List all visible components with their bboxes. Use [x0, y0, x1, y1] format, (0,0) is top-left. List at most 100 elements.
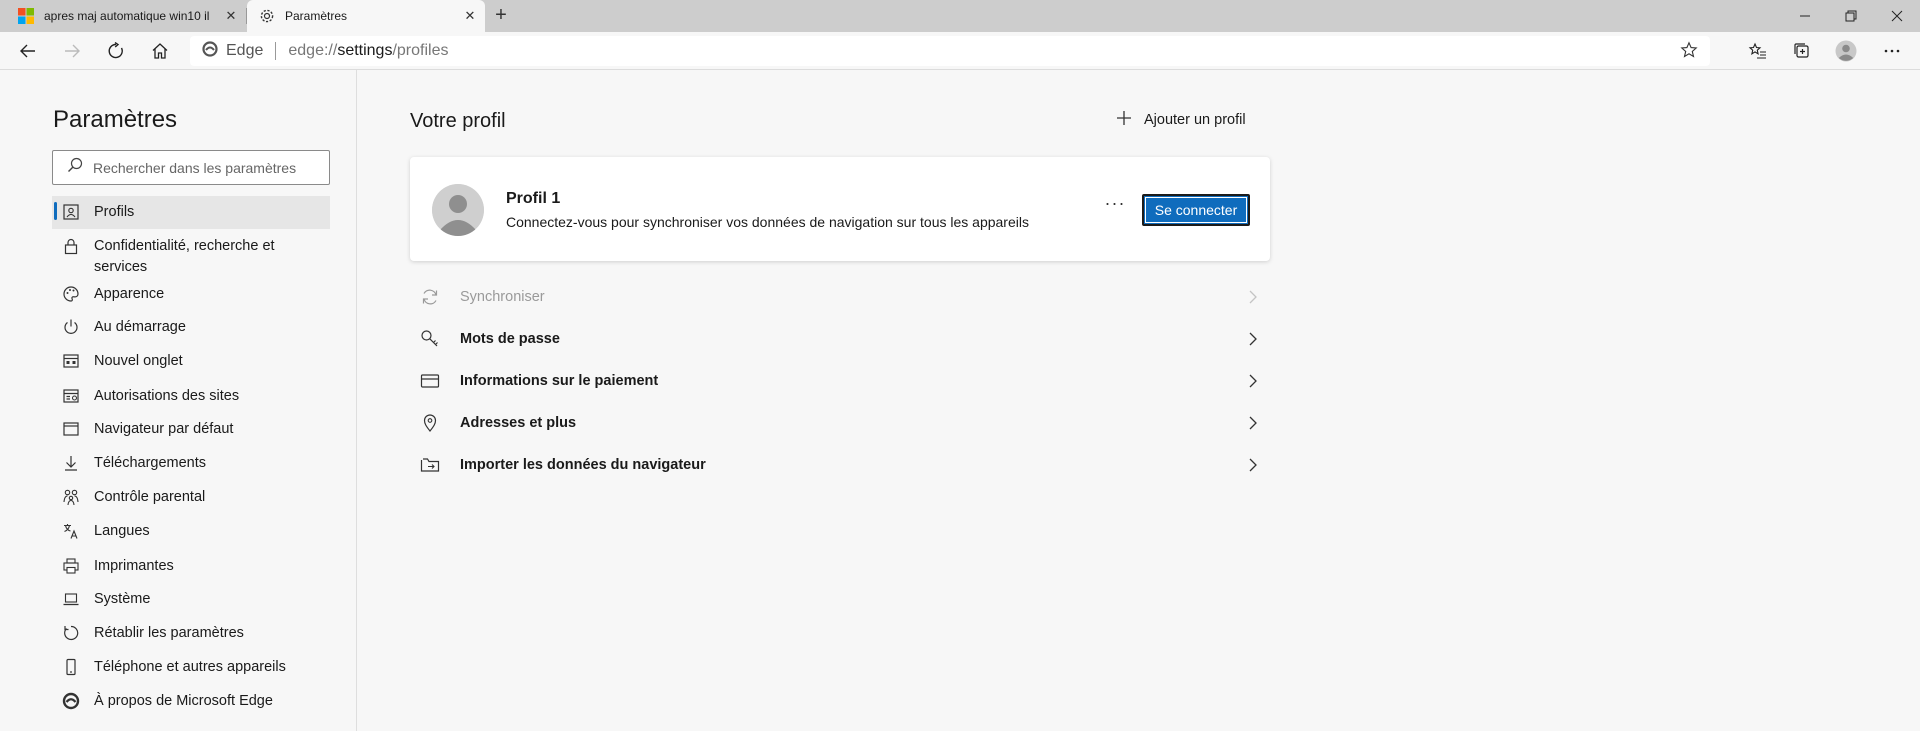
- sidebar-item-a-propos[interactable]: À propos de Microsoft Edge: [52, 685, 330, 719]
- row-label: Importer les données du navigateur: [460, 457, 706, 473]
- profile-more-button[interactable]: ···: [1100, 194, 1130, 219]
- chevron-right-icon: [1248, 331, 1258, 351]
- omnibox-divider: [275, 42, 277, 60]
- search-input[interactable]: [93, 159, 313, 176]
- site-identity[interactable]: Edge: [202, 40, 264, 62]
- gear-icon: [259, 8, 275, 24]
- sidebar-item-retablir[interactable]: Rétablir les paramètres: [52, 617, 330, 651]
- settings-search[interactable]: [52, 150, 330, 185]
- import-folder-icon: [420, 455, 440, 475]
- sidebar-item-label: Imprimantes: [94, 558, 174, 574]
- sidebar-item-label: Confidentialité, recherche et services: [94, 238, 275, 275]
- sidebar-item-imprimantes[interactable]: Imprimantes: [52, 549, 330, 583]
- sidebar-item-label: Système: [94, 591, 151, 607]
- reset-icon: [62, 624, 80, 642]
- sidebar-title: Paramètres: [53, 106, 178, 133]
- url-path: /profiles: [392, 42, 449, 59]
- url-scheme: edge://: [288, 42, 338, 59]
- favorites-icon[interactable]: [1742, 37, 1774, 65]
- sidebar-item-navigateur-defaut[interactable]: Navigateur par défaut: [52, 413, 330, 447]
- tab-title: apres maj automatique win10 il: [44, 9, 210, 23]
- chevron-right-icon: [1248, 289, 1258, 309]
- row-label: Adresses et plus: [460, 415, 577, 431]
- profile-name: Profil 1: [506, 190, 561, 207]
- row-label: Informations sur le paiement: [460, 373, 659, 389]
- close-window-icon[interactable]: [1874, 0, 1920, 32]
- profile-avatar-icon[interactable]: [1830, 37, 1862, 65]
- sidebar-item-label: Profils: [94, 204, 135, 220]
- sidebar-item-controle-parental[interactable]: Contrôle parental: [52, 481, 330, 515]
- sidebar-item-autorisations[interactable]: Autorisations des sites: [52, 379, 330, 413]
- printer-icon: [62, 557, 80, 575]
- close-tab-icon[interactable]: ✕: [216, 8, 246, 24]
- row-label: Synchroniser: [460, 289, 545, 305]
- chevron-right-icon: [1248, 457, 1258, 477]
- sidebar-item-systeme[interactable]: Système: [52, 583, 330, 617]
- credit-card-icon: [420, 371, 440, 391]
- phone-icon: [62, 658, 80, 676]
- lock-icon: [62, 237, 80, 255]
- sidebar-item-label: Rétablir les paramètres: [94, 625, 244, 641]
- site-permissions-icon: [62, 387, 80, 405]
- sidebar-item-label: Téléphone et autres appareils: [94, 659, 286, 675]
- back-arrow-icon[interactable]: [12, 37, 44, 65]
- edge-logo-icon: [62, 692, 80, 710]
- forward-arrow-icon[interactable]: [56, 37, 88, 65]
- tab-settings[interactable]: Paramètres ✕: [247, 0, 485, 32]
- sign-in-button[interactable]: Se connecter: [1142, 194, 1250, 226]
- row-mots-de-passe[interactable]: Mots de passe: [410, 318, 1270, 360]
- page-title: Votre profil: [410, 110, 506, 132]
- location-pin-icon: [420, 413, 440, 433]
- sidebar-item-label: Apparence: [94, 286, 165, 302]
- sidebar-item-label: Nouvel onglet: [94, 353, 183, 369]
- sidebar-item-label: Contrôle parental: [94, 489, 206, 505]
- chevron-right-icon: [1248, 373, 1258, 393]
- minimize-icon[interactable]: [1782, 0, 1828, 32]
- home-icon[interactable]: [144, 37, 176, 65]
- row-paiement[interactable]: Informations sur le paiement: [410, 360, 1270, 402]
- close-tab-icon[interactable]: ✕: [455, 8, 485, 24]
- profile-card-icon: [62, 203, 80, 221]
- row-adresses[interactable]: Adresses et plus: [410, 402, 1270, 444]
- sidebar-item-telephone[interactable]: Téléphone et autres appareils: [52, 651, 330, 685]
- avatar: [432, 184, 484, 236]
- row-synchroniser[interactable]: Synchroniser: [410, 276, 1270, 318]
- profile-card: Profil 1 Connectez-vous pour synchronise…: [410, 157, 1270, 261]
- microsoft-logo-icon: [18, 8, 34, 24]
- power-icon: [62, 318, 80, 336]
- sidebar-item-confidentialite[interactable]: Confidentialité, recherche et services: [52, 229, 330, 277]
- restore-icon[interactable]: [1828, 0, 1874, 32]
- sidebar-item-telechargements[interactable]: Téléchargements: [52, 447, 330, 481]
- sidebar-item-au-demarrage[interactable]: Au démarrage: [52, 311, 330, 345]
- profile-description: Connectez-vous pour synchroniser vos don…: [506, 214, 1029, 230]
- url-host: settings: [337, 42, 393, 59]
- plus-icon: [1116, 110, 1144, 130]
- address-bar[interactable]: Edge edge://settings/profiles: [190, 36, 1710, 66]
- tab-title: Paramètres: [285, 9, 348, 23]
- sidebar-item-label: Téléchargements: [94, 455, 207, 471]
- sidebar-item-apparence[interactable]: Apparence: [52, 277, 330, 311]
- collections-icon[interactable]: [1786, 37, 1818, 65]
- browser-window-icon: [62, 420, 80, 438]
- sync-icon: [420, 287, 440, 307]
- palette-icon: [62, 285, 80, 303]
- url-text[interactable]: edge://settings/profiles: [288, 42, 448, 60]
- navigation-toolbar: Edge edge://settings/profiles: [0, 32, 1920, 70]
- sidebar-item-nouvel-onglet[interactable]: Nouvel onglet: [52, 345, 330, 379]
- more-menu-icon[interactable]: [1876, 37, 1908, 65]
- new-tab-button[interactable]: +: [488, 4, 514, 28]
- sidebar-item-profils[interactable]: Profils: [52, 196, 330, 229]
- sidebar-item-label: Au démarrage: [94, 319, 186, 335]
- sidebar-item-label: À propos de Microsoft Edge: [94, 693, 273, 709]
- tab-strip: apres maj automatique win10 il ✕ Paramèt…: [0, 0, 1920, 32]
- add-profile-button[interactable]: Ajouter un profil: [1116, 110, 1246, 130]
- row-importer[interactable]: Importer les données du navigateur: [410, 444, 1270, 486]
- add-profile-label: Ajouter un profil: [1144, 112, 1246, 128]
- refresh-icon[interactable]: [100, 37, 132, 65]
- site-label: Edge: [226, 42, 264, 59]
- tab-forum[interactable]: apres maj automatique win10 il ✕: [0, 0, 246, 32]
- sidebar-item-label: Langues: [94, 523, 150, 539]
- sidebar-item-langues[interactable]: Langues: [52, 515, 330, 549]
- star-icon[interactable]: [1680, 41, 1698, 64]
- chevron-right-icon: [1248, 415, 1258, 435]
